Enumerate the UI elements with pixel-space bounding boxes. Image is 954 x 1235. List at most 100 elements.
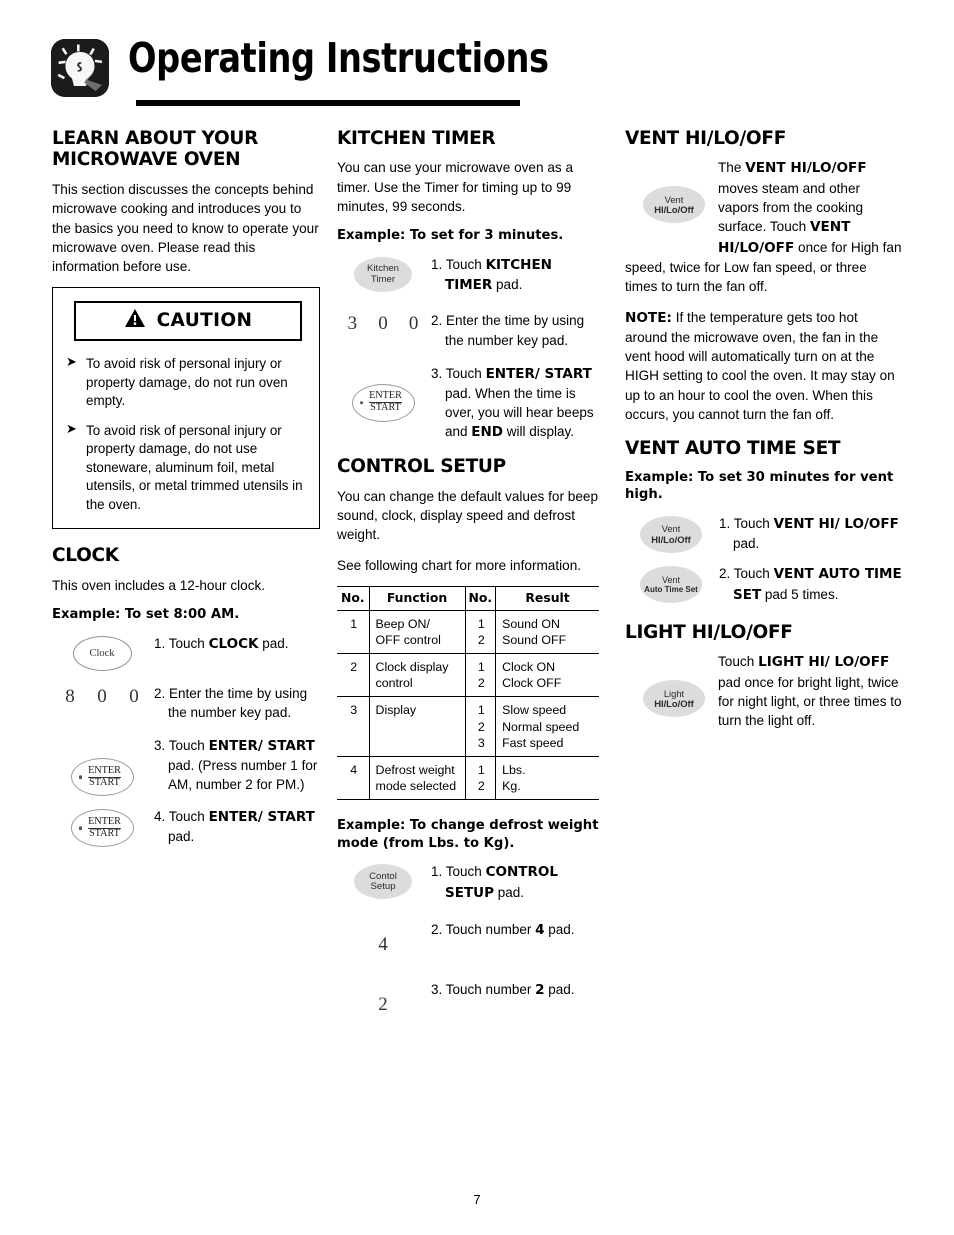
step-text-bold: VENT HI/ LO/OFF — [773, 516, 899, 533]
step-text: Touch — [168, 809, 209, 825]
light-hi-lo-off-pad[interactable]: Light HI/Lo/Off — [643, 680, 705, 718]
enter-start-pad[interactable]: ENTER START — [70, 758, 134, 797]
step-number: 1. — [431, 864, 443, 880]
table-row: 1 Beep ON/OFF control 12 Sound ON Sound O… — [337, 610, 599, 655]
pad-indicator-dot — [78, 826, 83, 830]
kitchen-timer-pad[interactable]: Kitchen Timer — [354, 257, 412, 293]
clock-step-2-text: 2. Enter the time by using the number ke… — [154, 684, 320, 722]
digit: 8 — [65, 685, 75, 707]
clock-step-3: ENTER START 3. Touch ENTER/ START pad. (P… — [52, 736, 320, 797]
vent-hi-lo-off-pad[interactable]: Vent HI/Lo/Off — [643, 186, 705, 224]
step-text: Enter the time by using the number key p… — [445, 313, 585, 348]
clock-step-3-text: 3. Touch ENTER/ START pad. (Press number… — [154, 736, 320, 794]
cs-step-1-text: 1. Touch CONTROL SETUP pad. — [431, 862, 599, 902]
kt-step-1: Kitchen Timer 1. Touch KITCHEN TIMER pad… — [337, 255, 599, 295]
enter-start-pad[interactable]: ENTER START — [70, 809, 134, 848]
pad-indicator-dot — [78, 775, 83, 779]
step-text-tail: pad. — [494, 884, 525, 900]
step-text-tail: pad. — [544, 921, 575, 937]
pad-cell: Clock — [52, 634, 152, 671]
page-number: 7 — [473, 1192, 481, 1207]
example-clock: Example: To set 8:00 AM. — [52, 607, 240, 623]
step-text-bold: CLOCK — [208, 635, 259, 652]
vent-auto-time-set-pad[interactable]: Vent Auto Time Set — [640, 566, 702, 604]
cell-result: Sound ON Sound OFF — [495, 610, 599, 655]
step-text-tail: pad. — [258, 635, 289, 651]
step-text-bold: ENTER/ START — [208, 809, 315, 826]
middle-column: KITCHEN TIMER You can use your microwave… — [337, 128, 599, 1016]
warning-triangle-icon — [124, 308, 146, 333]
heading-vent: VENT HI/LO/OFF — [625, 128, 787, 149]
vent-intro-block: Vent HI/Lo/Off The VENT HI/LO/OFF moves … — [625, 158, 902, 307]
example-vent-auto: Example: To set 30 minutes for vent high… — [625, 469, 894, 503]
va-step-2: Vent Auto Time Set 2. Touch VENT AUTO TI… — [625, 564, 902, 604]
cs-step-2: 4 2. Touch number 4 pad. — [337, 920, 599, 956]
heading-learn-about: LEARN ABOUT YOUR MICROWAVE OVEN — [52, 128, 259, 171]
control-setup-pad[interactable]: Contol Setup — [354, 864, 412, 900]
cell-function: Beep ON/OFF control — [369, 610, 466, 655]
cell-no: 1 — [337, 610, 370, 655]
caution-header: CAUTION — [74, 301, 302, 342]
light-intro-block: Light HI/Lo/Off Touch LIGHT HI/ LO/OFF p… — [625, 652, 902, 738]
step-text: Enter the time by using the number key p… — [168, 685, 308, 720]
table-row: 3 Display 123 Slow speed Normal speed Fast… — [337, 696, 599, 757]
enter-start-pad-label: ENTER START — [369, 390, 402, 414]
clock-step-1-text: 1. Touch CLOCK pad. — [154, 634, 320, 654]
text-bold: VENT HI/LO/OFF — [745, 160, 867, 177]
step-number: 1. — [154, 635, 166, 651]
caution-bullet-text: To avoid risk of personal injury or prop… — [86, 356, 288, 409]
kitchen-timer-pad-label-line1: Kitchen — [367, 263, 399, 275]
heading-vent-auto-time-set: VENT AUTO TIME SET — [625, 438, 841, 460]
cell-no: 4 — [337, 756, 370, 801]
cs-step-3-text: 3. Touch number 2 pad. — [431, 980, 599, 1000]
step-text-bold: 2 — [535, 981, 545, 998]
paragraph-kitchen-timer: You can use your microwave oven as a tim… — [337, 160, 574, 215]
vent-hi-lo-off-pad[interactable]: Vent HI/Lo/Off — [640, 516, 702, 554]
table-header-no2: No. — [465, 585, 497, 611]
vent-auto-steps: Vent HI/Lo/Off 1. Touch VENT HI/ LO/OFF … — [625, 514, 902, 605]
cell-no: 3 — [337, 696, 370, 757]
pad-cell: 3 0 0 — [337, 311, 429, 335]
kt-step-2: 3 0 0 2. Enter the time by using the num… — [337, 311, 599, 349]
clock-step-4-text: 4. Touch ENTER/ START pad. — [154, 807, 320, 846]
table-header-function: Function — [369, 585, 466, 611]
light-pad-figure: Light HI/Lo/Off — [625, 652, 718, 738]
cs-step-1: Contol Setup 1. Touch CONTROL SETUP pad. — [337, 862, 599, 902]
step-text-bold: ENTER/ START — [208, 738, 315, 755]
note-label: NOTE: — [625, 309, 672, 326]
paragraph-control-setup-2: See following chart for more information… — [337, 557, 582, 573]
heading-clock: CLOCK — [52, 545, 119, 567]
step-text-tail: pad. — [733, 536, 760, 552]
light-pad-label-line2: HI/Lo/Off — [654, 697, 694, 709]
caution-box: CAUTION ➤ To avoid risk of personal inju… — [52, 287, 320, 530]
right-column: VENT HI/LO/OFF Vent HI/Lo/Off The VENT H… — [625, 128, 902, 738]
va-step-2-text: 2. Touch VENT AUTO TIME SET pad 5 times. — [719, 564, 902, 604]
table-header-row: No. Function No. Result — [337, 585, 599, 611]
kt-step-2-text: 2. Enter the time by using the number ke… — [431, 311, 599, 349]
digit: 3 — [347, 313, 358, 335]
table-header-no1: No. — [337, 585, 370, 611]
step-number: 3. — [154, 738, 166, 754]
step-text-tail: pad. — [544, 981, 575, 997]
heading-control-setup: CONTROL SETUP — [337, 456, 506, 478]
cell-no2: 12 — [465, 610, 497, 655]
cell-result: Clock ON Clock OFF — [495, 653, 599, 698]
page-title: Operating Instructions — [128, 34, 549, 82]
control-setup-digit-2: 2 — [378, 993, 388, 1015]
digit: 0 — [408, 313, 419, 335]
clock-pad[interactable]: Clock — [72, 635, 132, 671]
paragraph-learn-about: This section discusses the concepts behi… — [52, 181, 319, 275]
title-underline — [136, 100, 520, 106]
enter-start-pad-label: ENTER START — [88, 815, 121, 839]
step-number: 4. — [154, 809, 166, 825]
control-setup-pad-label-line2: Setup — [370, 880, 396, 892]
pad-cell: 8 0 0 — [52, 684, 152, 708]
step-text-tail: pad. — [168, 829, 195, 845]
enter-start-pad[interactable]: ENTER START — [351, 383, 415, 422]
step-number: 1. — [431, 257, 443, 273]
step-number: 2. — [431, 313, 443, 329]
pad-cell: 2 — [337, 980, 429, 1016]
paragraph-clock: This oven includes a 12-hour clock. — [52, 577, 266, 593]
vent-auto-pad-label-line2: Auto Time Set — [644, 584, 698, 594]
step-text-bold: 4 — [535, 921, 545, 938]
